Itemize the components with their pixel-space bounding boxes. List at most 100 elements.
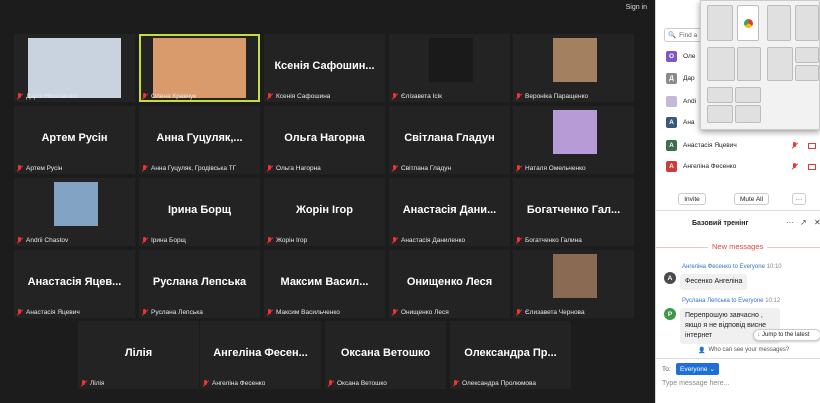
participant-tile[interactable]: Артем Русін Артем Русін	[14, 106, 135, 174]
participant-name: Єлизавета Чернова	[525, 309, 585, 316]
participant-name: Олександра Пролюмова	[462, 380, 537, 387]
participant-tile[interactable]: Руслана Лепська Руслана Лепська	[139, 250, 260, 318]
participant-video	[28, 38, 121, 98]
muted-mic-icon	[516, 309, 522, 316]
participant-tile[interactable]: Andrii Chastov	[14, 178, 135, 246]
muted-mic-icon	[17, 237, 23, 244]
participant-tile[interactable]: Олена Кравчук	[139, 34, 260, 102]
snap-cell[interactable]	[707, 47, 735, 81]
participant-name: Жорін Ігор	[276, 237, 308, 244]
participant-tile[interactable]: Оксана Ветошко Оксана Ветошко	[325, 321, 446, 389]
snap-cell[interactable]	[737, 47, 761, 81]
participant-video	[553, 110, 597, 154]
participant-name-label: Анастасія Даниленко	[392, 237, 465, 244]
participant-tile[interactable]: Богатченко Гал... Богатченко Галина	[513, 178, 634, 246]
search-icon: 🔍	[668, 32, 677, 39]
new-messages-label: New messages	[708, 242, 768, 251]
chat-input[interactable]: Type message here...	[662, 380, 729, 387]
participant-tile[interactable]: Анна Гуцуляк,... Анна Гуцуляк, Гродівська…	[139, 106, 260, 174]
participant-tile[interactable]: Анастасія Дани... Анастасія Даниленко	[389, 178, 510, 246]
participant-tile[interactable]: Лілія Лілія	[78, 321, 199, 389]
participant-tile[interactable]: Дар'я Ніколаєнко	[14, 34, 135, 102]
snap-cell[interactable]	[707, 5, 733, 41]
participant-display-name: Лілія	[124, 347, 153, 359]
participant-name-label: Оксана Ветошко	[328, 380, 387, 387]
mute-all-button[interactable]: Mute All	[734, 193, 769, 205]
snap-cell-active[interactable]	[737, 5, 759, 41]
snap-cell[interactable]	[795, 5, 819, 41]
popout-icon[interactable]: ↗	[800, 218, 807, 227]
snap-cell[interactable]	[795, 65, 819, 81]
participant-tile[interactable]: Максим Васил... Максим Васильченко	[264, 250, 385, 318]
participant-tile[interactable]: Ксенія Сафошин... Ксенія Сафошина	[264, 34, 385, 102]
chat-more-icon[interactable]: ···	[786, 218, 794, 227]
to-label: To:	[662, 366, 671, 373]
participant-video	[153, 38, 246, 98]
video-off-icon[interactable]	[808, 142, 816, 149]
participant-name-label: Олександра Пролюмова	[453, 380, 536, 387]
participant-tile[interactable]: Ольга Нагорна Ольга Нагорна	[264, 106, 385, 174]
participant-display-name: Онищенко Леся	[406, 276, 493, 288]
muted-mic-icon	[267, 237, 273, 244]
participant-name: Наталя Омельченко	[525, 165, 586, 172]
muted-mic-icon	[142, 309, 148, 316]
participant-display-name: Анна Гуцуляк,...	[156, 132, 243, 144]
participant-tile[interactable]: Єлізавета Ісік	[389, 34, 510, 102]
participant-name: Анастасія Даниленко	[401, 237, 466, 244]
participant-display-name: Богатченко Гал...	[526, 204, 621, 216]
sign-in-link[interactable]: Sign in	[626, 4, 647, 11]
snap-cell[interactable]	[795, 47, 819, 63]
participant-name-label: Andrii Chastov	[17, 237, 68, 244]
muted-mic-icon[interactable]	[792, 142, 798, 149]
message-bubble: Фесенко Ангеліна	[680, 274, 748, 290]
participant-avatar	[666, 96, 677, 107]
participant-tile[interactable]: Ірина Борщ Ірина Борщ	[139, 178, 260, 246]
snap-cell[interactable]	[707, 105, 733, 123]
participant-list-item[interactable]: A Ангеліна Фесенко	[666, 161, 816, 172]
close-icon[interactable]: ✕	[814, 218, 820, 227]
participant-list-item[interactable]: A Анастасія Яцевич	[666, 140, 816, 151]
participant-tile[interactable]: Олександра Пр... Олександра Пролюмова	[450, 321, 571, 389]
snap-cell[interactable]	[735, 87, 761, 103]
muted-mic-icon	[328, 380, 334, 387]
participant-tile[interactable]: Жорін Ігор Жорін Ігор	[264, 178, 385, 246]
snap-cell[interactable]	[767, 5, 791, 41]
participant-video	[553, 254, 597, 298]
muted-mic-icon	[81, 380, 87, 387]
muted-mic-icon[interactable]	[792, 163, 798, 170]
participant-tile[interactable]: Світлана Гладун Світлана Гладун	[389, 106, 510, 174]
recipient-dropdown[interactable]: Everyone ⌄	[676, 363, 719, 375]
snap-layout-popup	[700, 0, 820, 130]
participant-list-name: Анастасія Яцевич	[683, 142, 737, 149]
participant-display-name: Ольга Нагорна	[284, 132, 365, 144]
participant-tile[interactable]: Ангеліна Фесен... Ангеліна Фесенко	[200, 321, 321, 389]
muted-mic-icon	[392, 237, 398, 244]
participant-tile[interactable]: Вероніка Паращенко	[513, 34, 634, 102]
snap-cell[interactable]	[707, 87, 733, 103]
muted-mic-icon	[392, 309, 398, 316]
invite-button[interactable]: Invite	[678, 193, 706, 205]
participant-tile[interactable]: Єлизавета Чернова	[513, 250, 634, 318]
participant-tile[interactable]: Наталя Омельченко	[513, 106, 634, 174]
participant-tile[interactable]: Анастасія Яцев... Анастасія Яцевич	[14, 250, 135, 318]
muted-mic-icon	[516, 237, 522, 244]
participant-name-label: Богатченко Галина	[516, 237, 582, 244]
sender-name: Руслана Лепська to Everyone	[682, 298, 764, 304]
participant-video	[54, 182, 98, 226]
participant-name-label: Наталя Омельченко	[516, 165, 586, 172]
jump-label: Jump to the latest	[762, 332, 810, 338]
who-can-see-link[interactable]: 👤 Who can see your messages?	[698, 347, 789, 354]
video-off-icon[interactable]	[808, 163, 816, 170]
participant-name-label: Дар'я Ніколаєнко	[17, 93, 78, 100]
participant-name: Онищенко Леся	[401, 309, 449, 316]
jump-to-latest-button[interactable]: ↓ Jump to the latest	[753, 329, 820, 341]
muted-mic-icon	[267, 93, 273, 100]
muted-mic-icon	[267, 165, 273, 172]
participant-tile[interactable]: Онищенко Леся Онищенко Леся	[389, 250, 510, 318]
participant-name: Богатченко Галина	[525, 237, 582, 244]
participant-name-label: Ксенія Сафошина	[267, 93, 330, 100]
snap-cell[interactable]	[767, 47, 793, 81]
snap-cell[interactable]	[735, 105, 761, 123]
more-options-button[interactable]: ···	[792, 193, 806, 205]
sender-name: Ангеліна Фесенко to Everyone	[682, 264, 765, 270]
